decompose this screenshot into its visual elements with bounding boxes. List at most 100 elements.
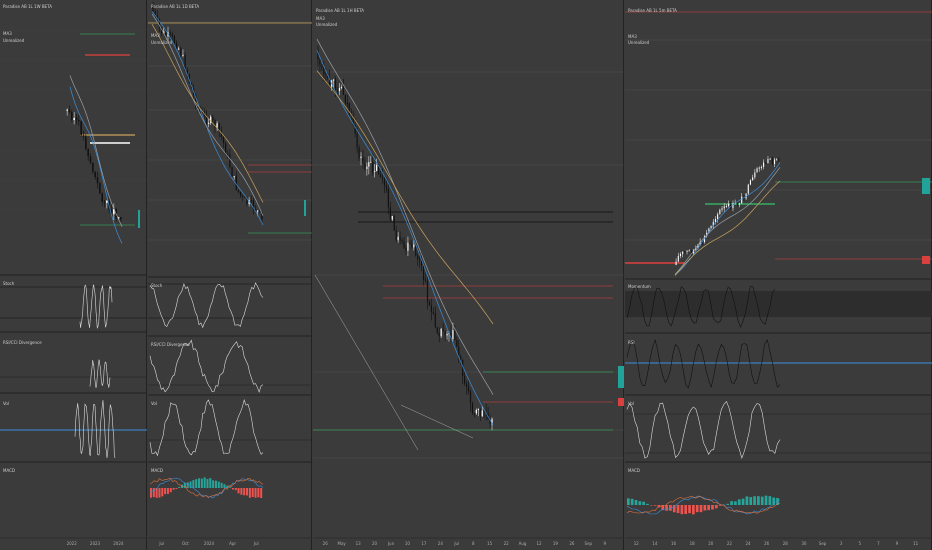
chart-4-canvas[interactable]: 12 14 16 18 20 22 24 26 28 30 Sep 3 5 7 9 11 [625,0,932,550]
candle-body [778,159,780,161]
macd-histogram-bar [760,496,764,505]
time-axis-label: 11 [913,541,919,546]
candle-body [370,161,372,163]
macd-histogram-bar [223,484,226,488]
chart-2-ind-1-label: Stoch [151,283,163,288]
time-axis-label: 26 [764,541,770,546]
candle-body [763,162,765,167]
time-axis-label: 24 [746,541,752,546]
chart-3-stop-tag [618,398,624,406]
candle-body [675,261,677,265]
macd-histogram-bar [158,488,161,498]
macd-histogram-bar [254,488,257,498]
candle-body [85,136,87,149]
candle-body [749,180,752,185]
candle-body [233,176,235,178]
momentum-band [625,291,932,317]
chart-1-canvas[interactable]: 2022 2023 2024 [0,0,147,550]
candle-body [383,178,386,186]
candle-body [684,251,686,253]
time-axis-label: 15 [487,541,493,546]
candle-body [413,244,415,248]
candle-body [481,410,483,417]
candle-body [426,280,429,302]
macd-histogram-bar [649,505,653,506]
candle-body [395,230,397,241]
chart-3-title: Paradise AB 1L 1H BETA [316,8,365,13]
time-axis-label: 2023 [90,541,101,546]
candle-body [403,241,405,248]
stoch-line [79,284,113,329]
candle-body [178,48,180,50]
vol-line [74,400,116,459]
candle-body [368,162,370,167]
candle-body [364,162,366,169]
macd-histogram-bar [200,478,203,488]
chart-2-ma-label: MA3 [151,33,160,38]
macd-histogram-bar [692,505,695,515]
trendline [400,404,474,439]
chart-3-canvas[interactable]: 26 May 13 20 Jun 10 17 24 Jul 8 15 22 Aug 12 19 26 Sep 9 [313,0,624,550]
candle-body [438,333,440,337]
candle-body [714,219,717,222]
candle-body [391,216,393,220]
chart-3-price-tag [618,366,624,388]
candle-body [321,64,323,68]
candle-body [169,32,171,35]
candle-body [101,193,103,202]
macd-histogram-bar [152,488,155,498]
time-axis-label: 7 [877,541,880,546]
macd-histogram-bar [646,503,649,505]
candle-body [754,172,756,178]
macd-histogram-bar [234,488,237,491]
macd-histogram-bar [634,499,638,505]
candle-body [454,330,456,341]
candle-body [340,87,343,89]
candle-body [760,166,762,168]
chart-panel-1d[interactable]: Jul Oct 2024 Apr Jul Paradise AB 1L 1D BETA … [148,0,312,550]
candle-body [473,413,476,415]
macd-histogram-bar [206,478,209,488]
ma-slow [151,24,264,203]
candle-body [456,340,458,347]
candle-body [216,123,218,128]
candle-body [467,386,470,392]
candle-body [362,156,364,163]
candle-body [677,255,679,262]
chart-3-ma-label: MA3 [316,16,325,21]
candle-body [239,191,242,196]
chart-panel-1h[interactable]: 26 May 13 20 Jun 10 17 24 Jul 8 15 22 Aug 12 19 26 Sep 9 … [313,0,624,550]
candle-body [237,189,240,192]
chart-panel-5m[interactable]: 12 14 16 18 20 22 24 26 28 30 Sep 3 5 7 9 11 Paradise A… [625,0,932,550]
candle-body [82,135,85,137]
chart-2-canvas[interactable]: Jul Oct 2024 Apr Jul [148,0,312,550]
candle-body [78,120,80,122]
macd-histogram-bar [209,478,212,488]
candle-body [469,391,472,404]
time-axis-label: 24 [438,541,444,546]
candle-body [679,253,682,256]
macd-histogram-bar [164,488,167,495]
candle-body [68,109,71,113]
candle-body [346,102,348,104]
macd-histogram-bar [699,505,703,513]
chart-4-ind-3-label: Vol [628,401,634,406]
candle-body [360,156,362,159]
chart-panel-1w[interactable]: 2022 2023 2024 Paradise AB 1L 1W BETA MA3 … [0,0,147,550]
candle-body [325,74,327,76]
candle-body [466,383,468,387]
macd-histogram-bar [627,498,630,505]
macd-histogram-bar [229,487,232,488]
time-axis-label: Jun [387,541,395,546]
vol-line [149,398,264,457]
chart-2-price-tag [304,200,306,216]
macd-histogram-bar [653,505,657,506]
candle-body [399,236,401,240]
candle-body [428,301,431,306]
time-axis-label: 20 [708,541,714,546]
rsi-line [149,339,264,393]
candle-body [103,201,106,203]
candle-body [407,242,409,251]
macd-histogram-bar [757,496,760,505]
macd-histogram-bar [630,498,634,505]
